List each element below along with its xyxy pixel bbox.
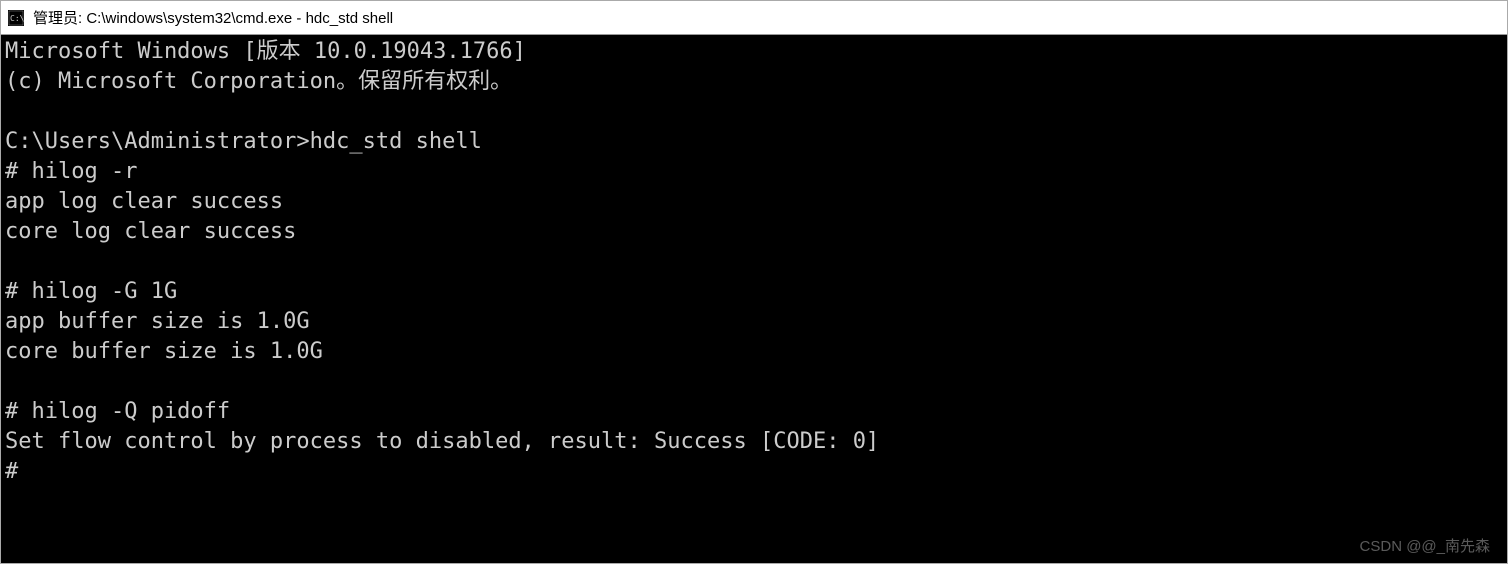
cmd-window: C:\ 管理员: C:\windows\system32\cmd.exe - h… (0, 0, 1508, 564)
titlebar[interactable]: C:\ 管理员: C:\windows\system32\cmd.exe - h… (1, 1, 1507, 35)
cmd-icon: C:\ (7, 9, 25, 27)
titlebar-text: 管理员: C:\windows\system32\cmd.exe - hdc_s… (33, 7, 393, 28)
svg-text:C:\: C:\ (10, 14, 24, 23)
terminal-output[interactable]: Microsoft Windows [版本 10.0.19043.1766] (… (1, 35, 1507, 563)
